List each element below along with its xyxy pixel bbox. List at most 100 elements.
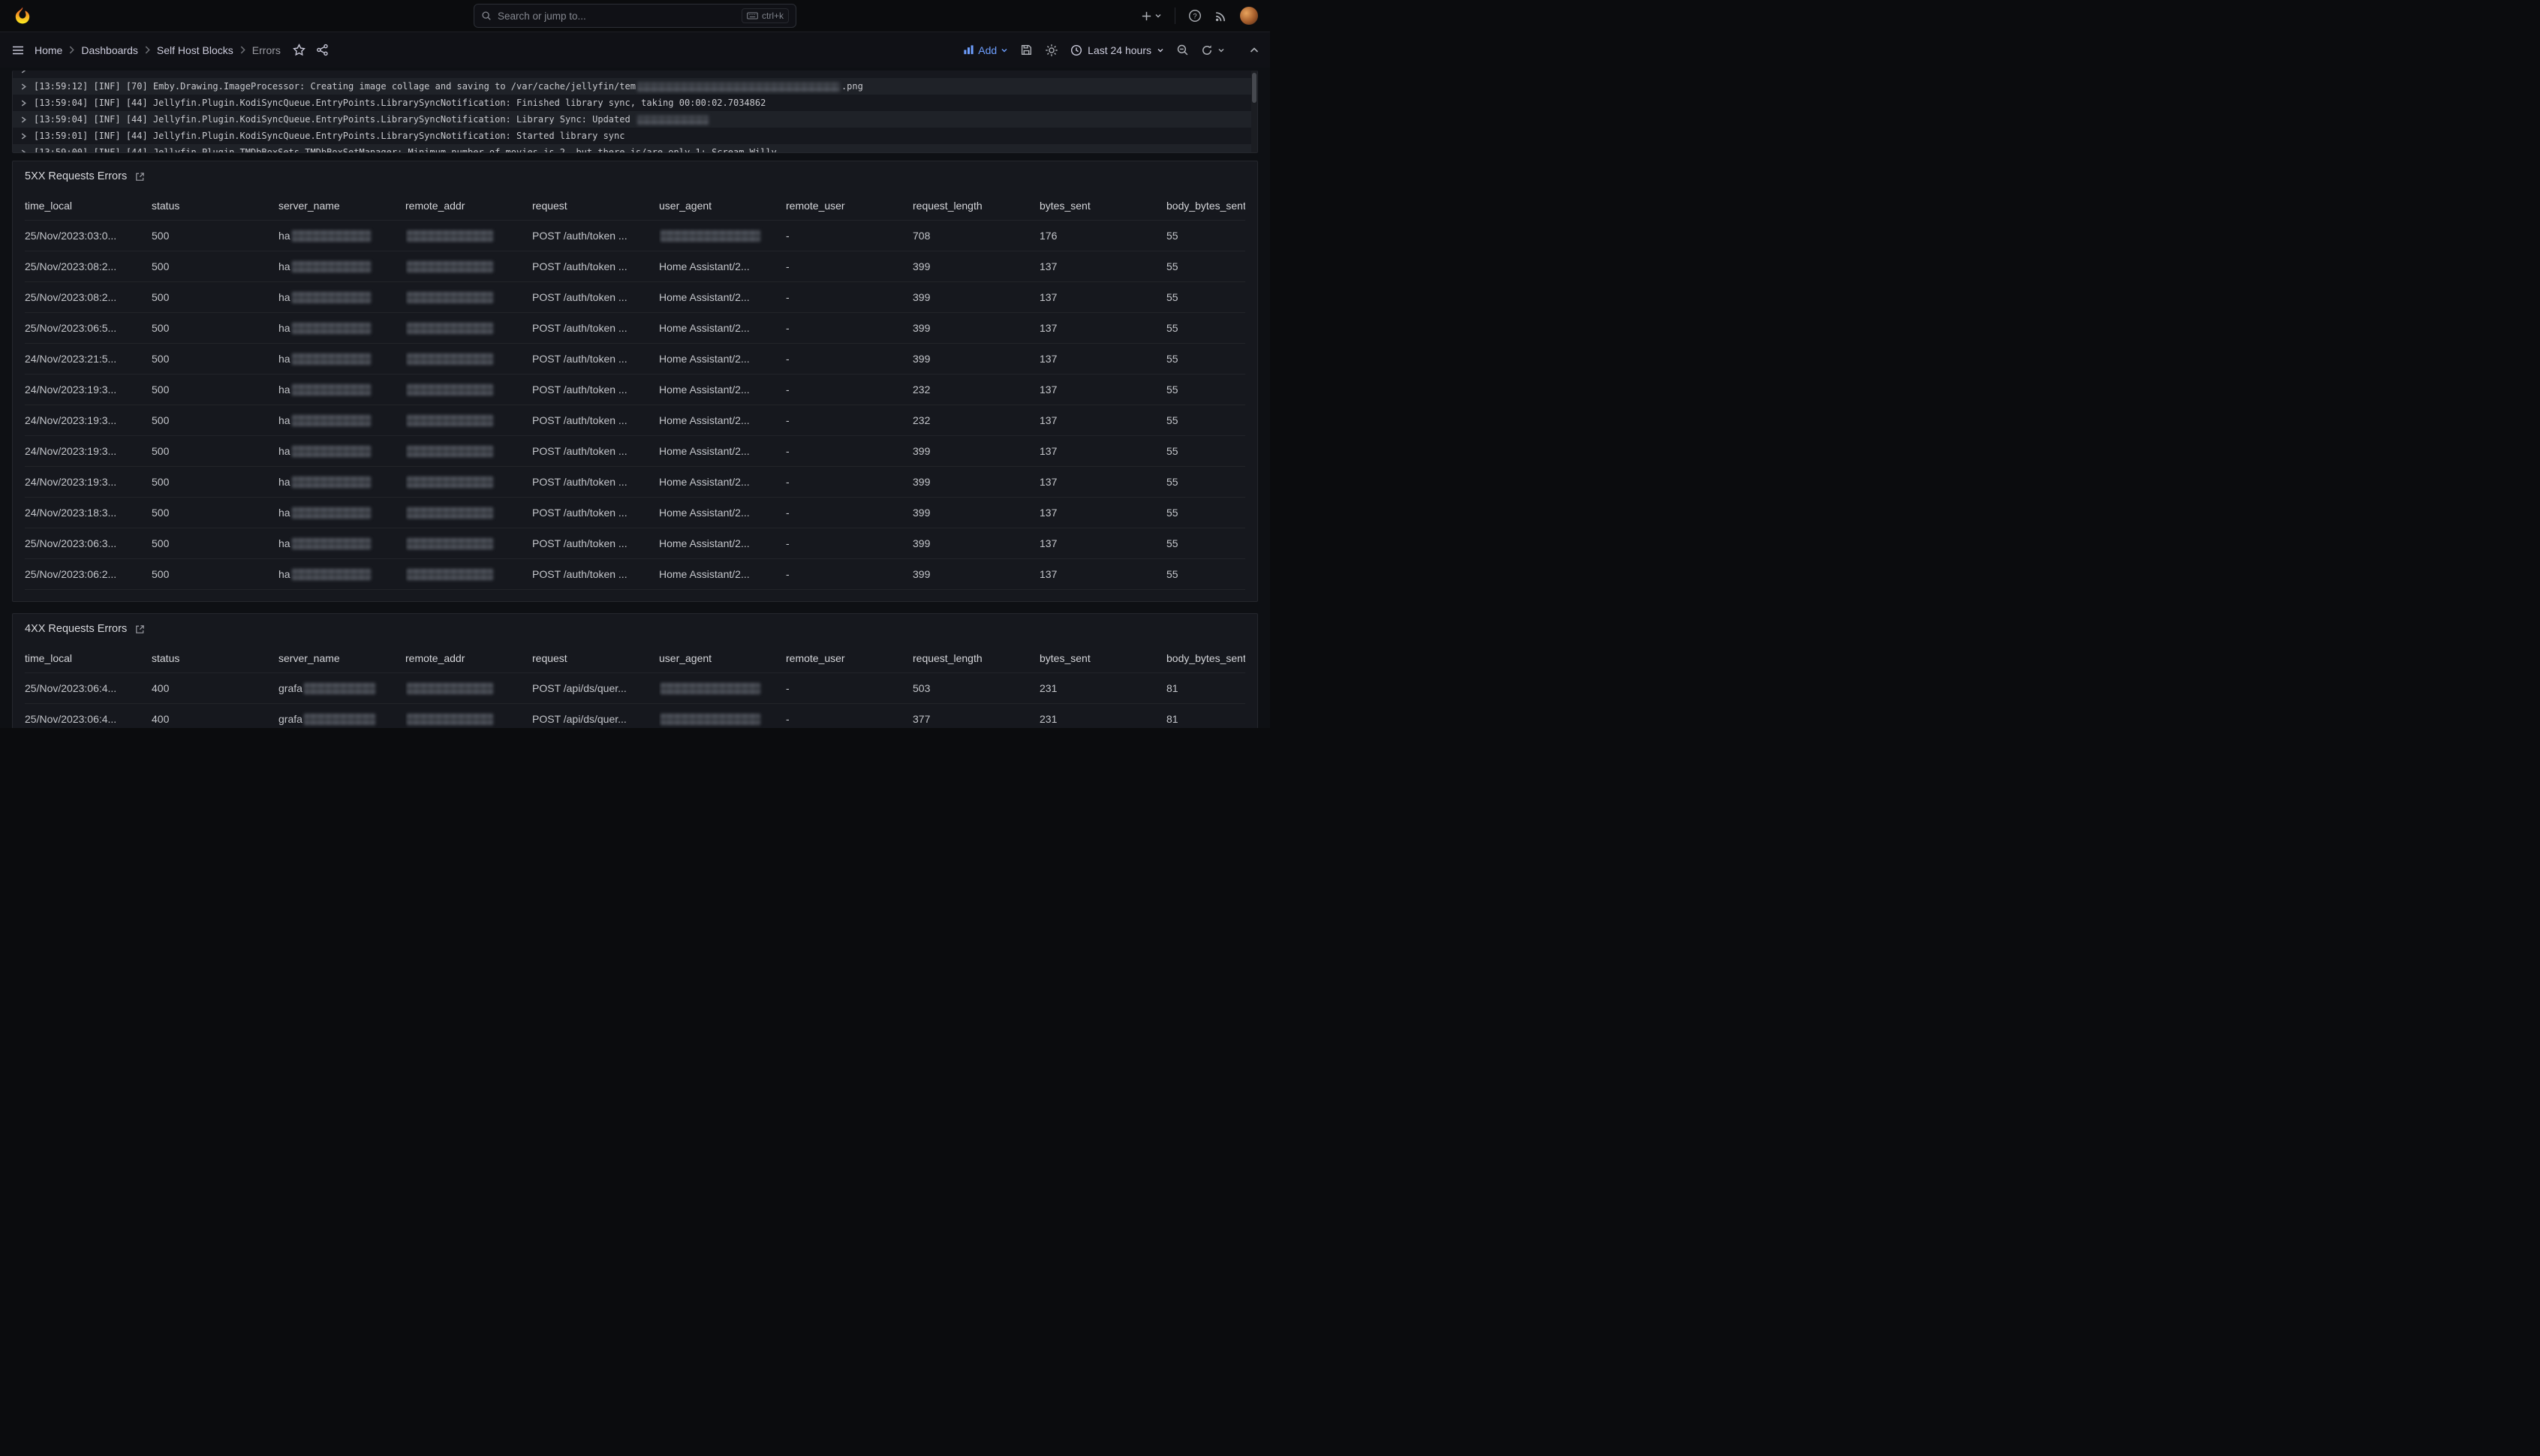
panel-5xx-errors: 5XX Requests Errors time_localstatusserv… [12, 161, 1258, 602]
cell-body_bytes_sent: 81 [1166, 704, 1245, 729]
panel-title[interactable]: 5XX Requests Errors [25, 170, 127, 182]
log-row[interactable]: [13:59:12] [INF] [70] Emby.Drawing.Image… [13, 78, 1257, 95]
logs-panel: [13:59:12] [INF] [70] Emby.Drawing.Image… [12, 71, 1258, 153]
cell-user_agent [659, 673, 786, 704]
column-header-time_local[interactable]: time_local [25, 191, 152, 221]
redacted-value [292, 415, 371, 426]
log-scrollbar-thumb[interactable] [1252, 73, 1256, 103]
refresh-interval-button[interactable] [1217, 47, 1225, 54]
chevron-right-icon [144, 46, 151, 54]
chevron-right-icon[interactable] [20, 133, 27, 140]
grafana-logo[interactable] [12, 6, 32, 26]
column-header-user_agent[interactable]: user_agent [659, 644, 786, 673]
log-row[interactable]: [13:59:04] [INF] [44] Jellyfin.Plugin.Ko… [13, 111, 1257, 128]
zoom-out-button[interactable] [1176, 44, 1189, 56]
cell-server_name: ha [278, 467, 405, 498]
cell-request: POST /auth/token ... [532, 467, 659, 498]
chevron-right-icon[interactable] [20, 149, 27, 154]
chevron-right-icon[interactable] [20, 100, 27, 107]
column-header-server_name[interactable]: server_name [278, 191, 405, 221]
cell-body_bytes_sent: 55 [1166, 251, 1245, 282]
refresh-button[interactable] [1201, 44, 1213, 56]
share-button[interactable] [316, 44, 329, 56]
collapse-button[interactable] [1249, 45, 1259, 56]
cell-bytes_sent: 137 [1040, 467, 1166, 498]
column-header-remote_user[interactable]: remote_user [786, 644, 913, 673]
column-header-status[interactable]: status [152, 191, 278, 221]
save-dashboard-button[interactable] [1020, 44, 1033, 56]
log-row[interactable] [13, 71, 1257, 78]
log-line-text: [13:59:12] [INF] [70] Emby.Drawing.Image… [34, 81, 863, 92]
panel-title[interactable]: 4XX Requests Errors [25, 623, 127, 635]
news-button[interactable] [1214, 10, 1227, 23]
table-row: 25/Nov/2023:06:4...400grafaPOST /api/ds/… [25, 673, 1245, 704]
column-header-request_length[interactable]: request_length [913, 191, 1040, 221]
dashboard-settings-button[interactable] [1045, 44, 1058, 57]
column-header-time_local[interactable]: time_local [25, 644, 152, 673]
breadcrumb-errors: Errors [252, 44, 281, 56]
cell-request_length: 232 [913, 375, 1040, 405]
column-header-user_agent[interactable]: user_agent [659, 191, 786, 221]
caret-down-icon [1154, 12, 1162, 20]
cell-remote_user: - [786, 344, 913, 375]
cell-time_local: 25/Nov/2023:08:2... [25, 282, 152, 313]
column-header-body_bytes_sent[interactable]: body_bytes_sent [1166, 644, 1245, 673]
column-header-remote_user[interactable]: remote_user [786, 191, 913, 221]
redacted-value [292, 261, 371, 272]
log-row[interactable]: [13:59:01] [INF] [44] Jellyfin.Plugin.Ko… [13, 128, 1257, 144]
chevron-right-icon[interactable] [20, 71, 27, 74]
redacted-value [407, 446, 493, 457]
cell-remote_addr [405, 704, 532, 729]
column-header-bytes_sent[interactable]: bytes_sent [1040, 644, 1166, 673]
time-range-label: Last 24 hours [1088, 44, 1151, 56]
breadcrumb-self-host-blocks[interactable]: Self Host Blocks [157, 44, 233, 56]
cell-remote_addr [405, 313, 532, 344]
breadcrumb-dashboards[interactable]: Dashboards [81, 44, 138, 56]
favorite-button[interactable] [293, 44, 305, 56]
cell-request_length: 399 [913, 344, 1040, 375]
menu-button[interactable] [11, 43, 26, 58]
user-avatar[interactable] [1240, 7, 1258, 25]
column-header-remote_addr[interactable]: remote_addr [405, 644, 532, 673]
log-rows: [13:59:12] [INF] [70] Emby.Drawing.Image… [13, 71, 1257, 153]
cell-time_local: 25/Nov/2023:08:2... [25, 251, 152, 282]
column-header-server_name[interactable]: server_name [278, 644, 405, 673]
cell-user_agent: Home Assistant/2... [659, 436, 786, 467]
table-header-row: time_localstatusserver_nameremote_addrre… [25, 191, 1245, 221]
column-header-status[interactable]: status [152, 644, 278, 673]
cell-body_bytes_sent: 55 [1166, 436, 1245, 467]
chevron-right-icon[interactable] [20, 116, 27, 123]
cell-request: POST /auth/token ... [532, 405, 659, 436]
new-button[interactable] [1141, 11, 1162, 22]
log-row[interactable]: [13:59:04] [INF] [44] Jellyfin.Plugin.Ko… [13, 95, 1257, 111]
external-link-icon[interactable] [134, 624, 146, 635]
redacted-value [292, 446, 371, 457]
redacted-value [661, 683, 760, 694]
table-row: 24/Nov/2023:19:3...500haPOST /auth/token… [25, 375, 1245, 405]
redacted-value [661, 714, 760, 725]
column-header-remote_addr[interactable]: remote_addr [405, 191, 532, 221]
add-panel-button[interactable]: Add [963, 44, 1008, 56]
cell-remote_user: - [786, 704, 913, 729]
log-row[interactable]: [13:59:00] [INF] [44] Jellyfin.Plugin.TM… [13, 144, 1257, 153]
search-input[interactable]: Search or jump to... ctrl+k [474, 4, 796, 28]
redacted-value [407, 384, 493, 396]
cell-time_local: 24/Nov/2023:21:5... [25, 344, 152, 375]
log-scrollbar-track[interactable] [1251, 71, 1257, 152]
column-header-request[interactable]: request [532, 644, 659, 673]
column-header-request_length[interactable]: request_length [913, 644, 1040, 673]
breadcrumb-home[interactable]: Home [35, 44, 62, 56]
column-header-bytes_sent[interactable]: bytes_sent [1040, 191, 1166, 221]
time-range-picker[interactable]: Last 24 hours [1070, 44, 1164, 56]
redacted-value [407, 261, 493, 272]
cell-time_local: 25/Nov/2023:06:3... [25, 528, 152, 559]
external-link-icon[interactable] [134, 171, 146, 182]
chevron-right-icon[interactable] [20, 83, 27, 90]
help-button[interactable]: ? [1188, 9, 1202, 23]
cell-status: 400 [152, 704, 278, 729]
redacted-value [292, 292, 371, 303]
column-header-body_bytes_sent[interactable]: body_bytes_sent [1166, 191, 1245, 221]
log-line-text: [13:59:04] [INF] [44] Jellyfin.Plugin.Ko… [34, 98, 766, 108]
cell-server_name: ha [278, 528, 405, 559]
column-header-request[interactable]: request [532, 191, 659, 221]
